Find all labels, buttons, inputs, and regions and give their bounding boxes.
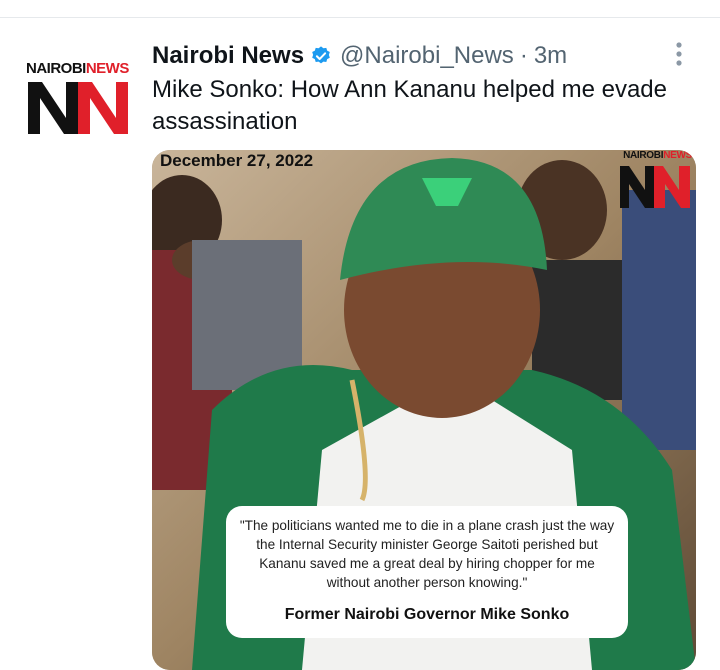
header-separator: · [519, 42, 528, 69]
tweet-media[interactable]: December 27, 2022 NAIROBINEWS "The polit… [152, 150, 696, 670]
date-overlay: December 27, 2022 [160, 151, 314, 170]
avatar[interactable]: NAIROBINEWS [22, 50, 134, 142]
more-options-button[interactable] [668, 40, 690, 68]
verified-badge-icon [310, 45, 332, 67]
handle[interactable]: @Nairobi_News [340, 42, 514, 70]
display-name[interactable]: Nairobi News [152, 42, 304, 70]
quote-card: "The politicians wanted me to die in a p… [226, 506, 628, 638]
tweet-text: Mike Sonko: How Ann Kananu helped me eva… [152, 76, 668, 135]
tweet-header: Nairobi News @Nairobi_News · 3m [152, 40, 567, 72]
nn-logo-icon [28, 82, 128, 134]
watermark-logo: NAIROBINEWS [614, 150, 696, 212]
top-divider [0, 17, 720, 18]
quote-text: "The politicians wanted me to die in a p… [239, 518, 615, 590]
timestamp[interactable]: 3m [534, 42, 567, 70]
quote-attribution: Former Nairobi Governor Mike Sonko [284, 606, 570, 623]
more-vertical-icon [676, 42, 682, 66]
watermark-nn-icon [620, 166, 690, 208]
